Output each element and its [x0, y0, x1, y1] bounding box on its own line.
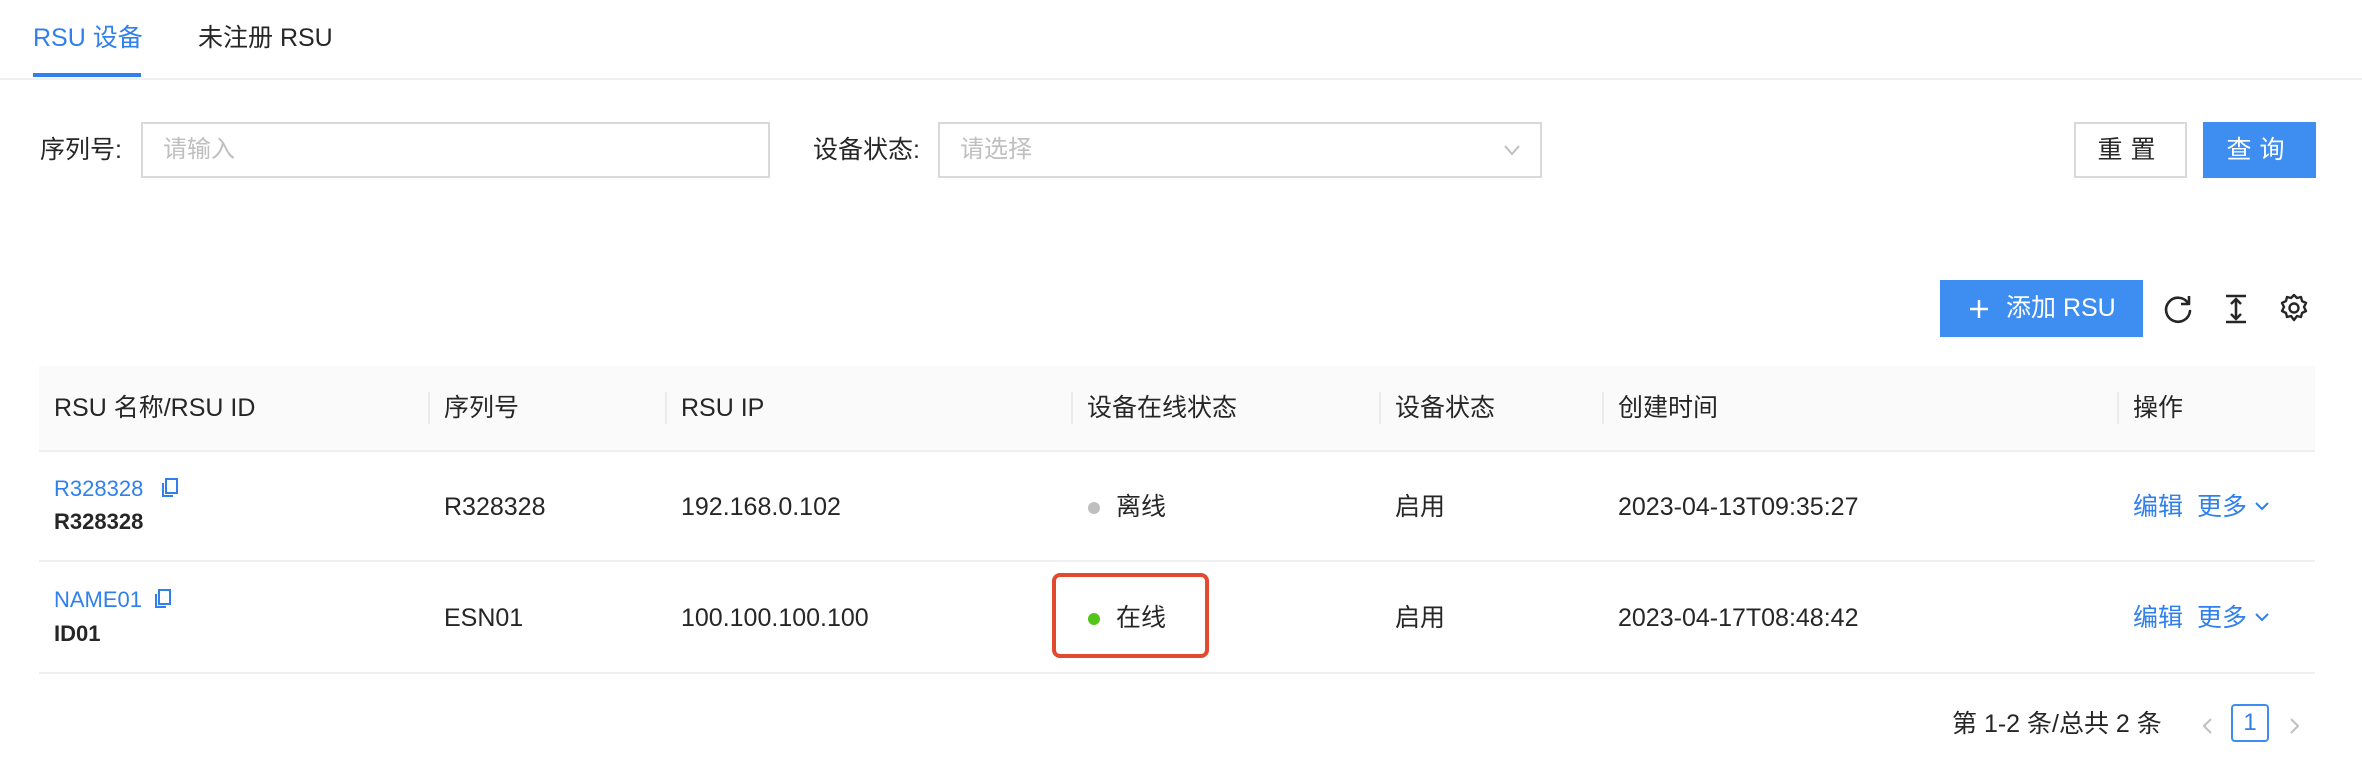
rsu-id: R328328 [54, 509, 144, 534]
ip-cell: 100.100.100.100 [681, 604, 869, 632]
column-separator [665, 392, 667, 424]
rsu-id: ID01 [54, 621, 101, 646]
chevron-left-icon[interactable] [2198, 716, 2218, 736]
column-header-ip: RSU IP [681, 394, 765, 422]
rsu-name-link[interactable]: R328328 [54, 475, 143, 503]
reload-icon[interactable] [2161, 292, 2195, 326]
serial-input[interactable] [141, 122, 770, 178]
copy-icon[interactable] [160, 477, 180, 499]
edit-link[interactable]: 编辑 [2133, 491, 2183, 523]
online-status-cell: 离线 [1116, 493, 1167, 521]
created-time-cell: 2023-04-17T08:48:42 [1618, 604, 1859, 632]
column-header-name-id: RSU 名称/RSU ID [54, 394, 256, 422]
offline-status-dot [1088, 502, 1100, 514]
created-time-cell: 2023-04-13T09:35:27 [1618, 493, 1859, 521]
plus-icon [1970, 300, 1988, 318]
device-status-cell: 启用 [1395, 493, 1446, 521]
column-separator [1602, 392, 1604, 424]
more-dropdown[interactable]: 更多 [2197, 602, 2247, 634]
serial-cell: ESN01 [444, 604, 524, 632]
column-header-created: 创建时间 [1618, 394, 1719, 422]
column-separator [428, 392, 430, 424]
tab-active-indicator [33, 73, 141, 77]
page-number-current[interactable]: 1 [2231, 704, 2269, 742]
device-status-label: 设备状态: [813, 136, 920, 164]
chevron-right-icon[interactable] [2284, 716, 2304, 736]
column-height-icon[interactable] [2219, 292, 2253, 326]
device-status-cell: 启用 [1395, 604, 1446, 632]
row-divider [39, 672, 2315, 674]
tab-bar: RSU 设备 未注册 RSU [0, 0, 2362, 80]
column-header-online-status: 设备在线状态 [1087, 394, 1238, 422]
column-header-device-status: 设备状态 [1395, 394, 1496, 422]
serial-cell: R328328 [444, 493, 546, 521]
column-separator [2117, 392, 2119, 424]
ip-cell: 192.168.0.102 [681, 493, 841, 521]
device-status-placeholder: 请选择 [960, 136, 1032, 163]
rsu-name-link[interactable]: NAME01 [54, 586, 142, 614]
chevron-down-icon[interactable] [2254, 500, 2270, 512]
tab-rsu-devices[interactable]: RSU 设备 [33, 22, 143, 54]
column-separator [1071, 392, 1073, 424]
more-dropdown[interactable]: 更多 [2197, 491, 2247, 523]
highlight-box [1052, 573, 1209, 658]
column-header-actions: 操作 [2133, 394, 2184, 422]
pagination-summary: 第 1-2 条/总共 2 条 [1952, 710, 2162, 738]
edit-link[interactable]: 编辑 [2133, 602, 2183, 634]
copy-icon[interactable] [153, 588, 173, 610]
device-status-select[interactable]: 请选择 [938, 122, 1542, 178]
reset-button[interactable]: 重置 [2074, 122, 2187, 178]
column-separator [1379, 392, 1381, 424]
column-header-serial: 序列号 [444, 394, 520, 422]
tab-unregistered-rsu[interactable]: 未注册 RSU [198, 22, 333, 54]
serial-label: 序列号: [40, 136, 122, 164]
chevron-down-icon [1504, 145, 1520, 156]
row-divider [39, 560, 2315, 562]
setting-icon[interactable] [2277, 292, 2311, 326]
chevron-down-icon[interactable] [2254, 611, 2270, 623]
add-rsu-button[interactable]: 添加 RSU [1940, 280, 2143, 337]
add-rsu-label: 添加 RSU [2006, 294, 2116, 322]
query-button[interactable]: 查询 [2203, 122, 2316, 178]
